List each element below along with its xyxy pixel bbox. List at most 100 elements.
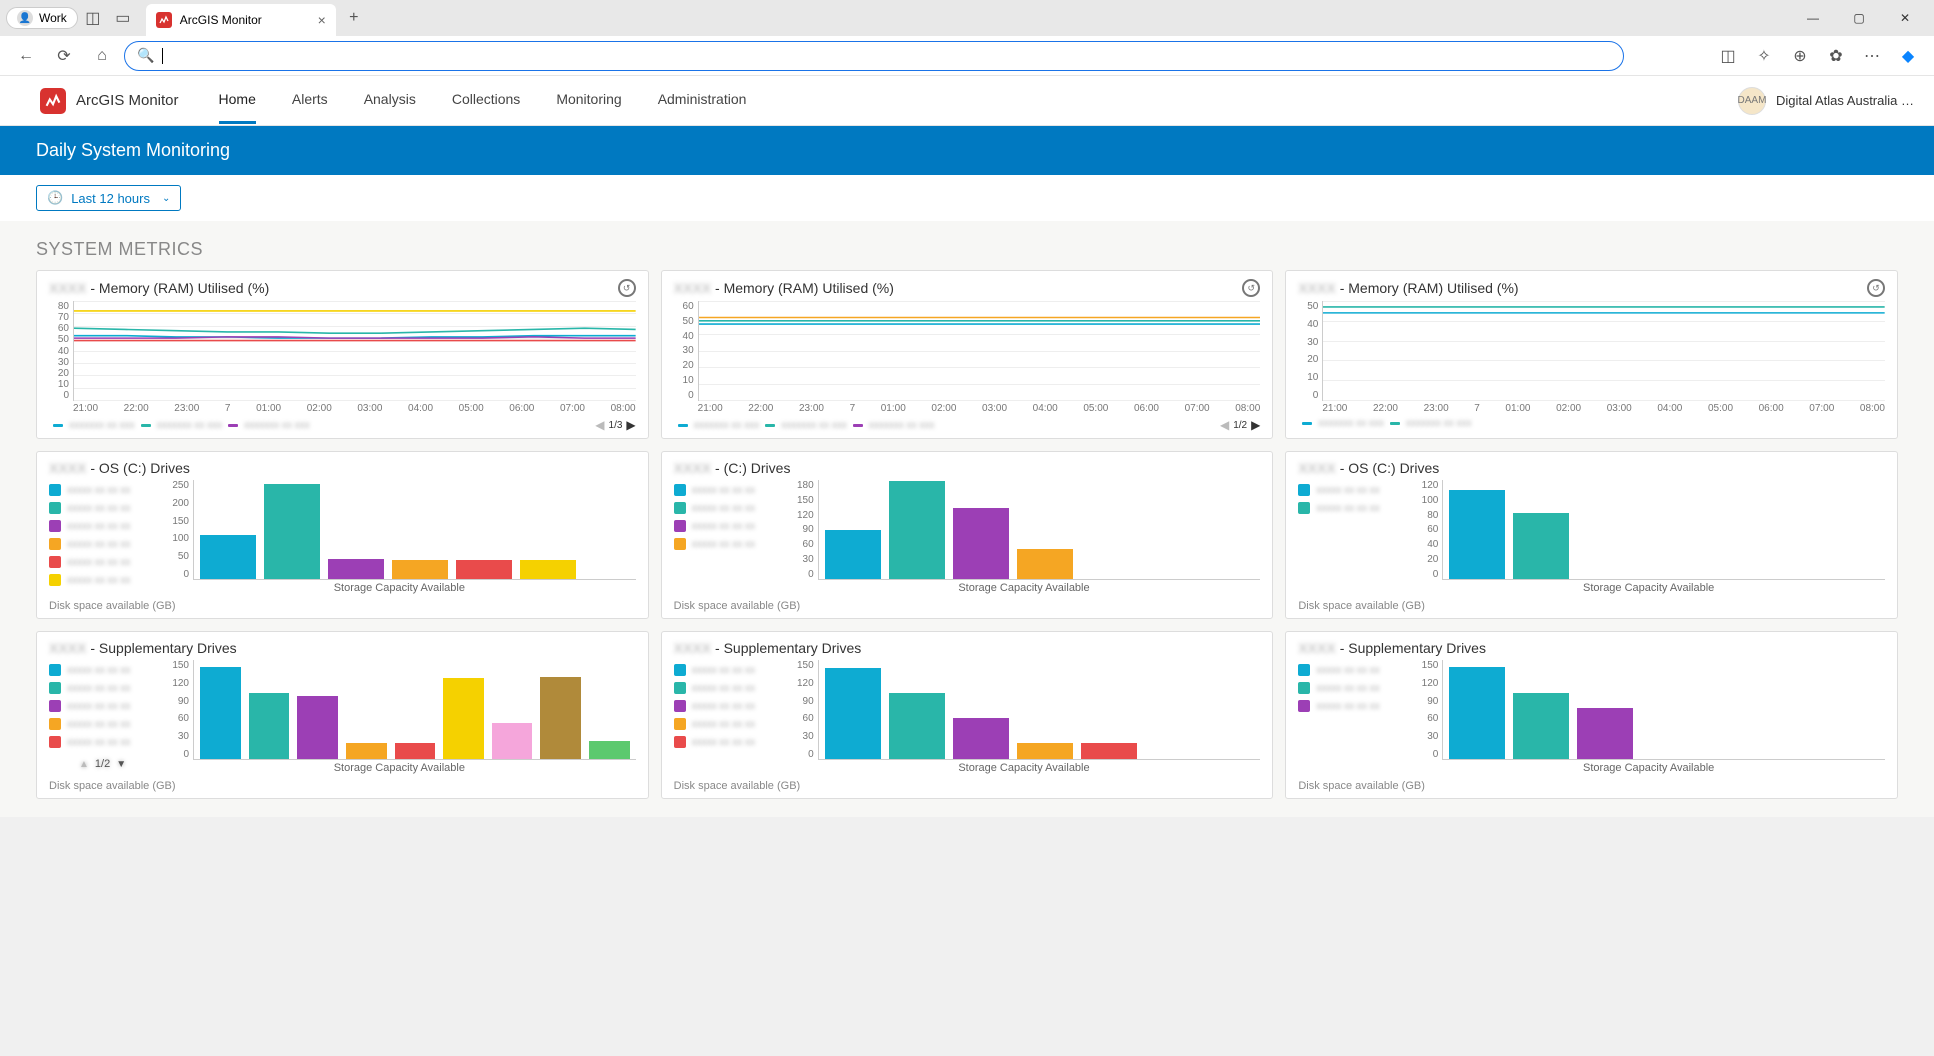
chart-x-label: Storage Capacity Available (1412, 582, 1885, 594)
chart-plot[interactable] (193, 480, 636, 580)
bar[interactable] (589, 741, 630, 759)
bar[interactable] (297, 696, 338, 759)
browser-tab[interactable]: ArcGIS Monitor × (146, 4, 336, 36)
bar[interactable] (520, 560, 576, 579)
bar-legend: xxxxx xx xx xxxxxxx xx xx xxxxxxx xx xx … (49, 480, 159, 594)
bar[interactable] (889, 693, 945, 759)
collections-icon[interactable]: ⊕ (1784, 40, 1816, 72)
chart-plot[interactable] (193, 660, 636, 760)
window-maximize-button[interactable]: ▢ (1836, 0, 1882, 36)
chart-plot[interactable] (818, 660, 1261, 760)
bar[interactable] (249, 693, 290, 759)
card-footer: Disk space available (GB) (674, 600, 1261, 612)
account-avatar[interactable]: DAAM (1738, 87, 1766, 115)
bar[interactable] (328, 559, 384, 579)
chart-x-label: Storage Capacity Available (163, 582, 636, 594)
pager-next-icon[interactable]: ▶ (1251, 418, 1260, 432)
bar[interactable] (492, 723, 533, 759)
tab-favicon-icon (156, 12, 172, 28)
filter-row: 🕒 Last 12 hours ⌄ (0, 175, 1934, 221)
tab-actions-icon[interactable]: ▭ (108, 3, 138, 33)
bar[interactable] (443, 678, 484, 759)
nav-refresh-button[interactable]: ⟳ (48, 40, 80, 72)
bar[interactable] (264, 484, 320, 579)
split-screen-icon[interactable]: ◫ (1712, 40, 1744, 72)
bar[interactable] (540, 677, 581, 760)
memory-chart-card: XXXX - Memory (RAM) Utilised (%) ↺ 60504… (661, 270, 1274, 439)
nav-tab-alerts[interactable]: Alerts (292, 77, 328, 124)
profile-pill[interactable]: 👤 Work (6, 7, 78, 29)
chart-legend: xxxxxxx xx xxxxxxxxxx xx xxx (1298, 418, 1885, 429)
banner-title: Daily System Monitoring (36, 140, 230, 160)
tab-close-icon[interactable]: × (318, 12, 326, 28)
pager-prev-icon[interactable]: ◀ (1220, 418, 1229, 432)
app-logo-icon (40, 88, 66, 114)
bar[interactable] (1449, 667, 1505, 759)
chart-plot[interactable] (818, 480, 1261, 580)
time-range-label: Last 12 hours (71, 191, 150, 206)
bar[interactable] (392, 560, 448, 579)
card-history-icon[interactable]: ↺ (1867, 279, 1885, 297)
section-title: SYSTEM METRICS (36, 239, 1898, 260)
bar[interactable] (953, 718, 1009, 759)
bar[interactable] (395, 743, 436, 759)
bar[interactable] (1449, 490, 1505, 579)
search-icon: 🔍 (137, 47, 154, 64)
bar[interactable] (889, 481, 945, 579)
nav-home-button[interactable]: ⌂ (86, 40, 118, 72)
bar[interactable] (1017, 549, 1073, 579)
copilot-icon[interactable]: ◆ (1892, 40, 1924, 72)
nav-back-button[interactable]: ← (10, 40, 42, 72)
bar[interactable] (1513, 513, 1569, 579)
disk-chart-card: XXXX - OS (C:) Drives xxxxx xx xx xxxxxx… (36, 451, 649, 619)
bar[interactable] (1017, 743, 1073, 759)
extensions-icon[interactable]: ✿ (1820, 40, 1852, 72)
card-footer: Disk space available (GB) (674, 780, 1261, 792)
chart-plot[interactable] (1442, 660, 1885, 760)
menu-icon[interactable]: ⋯ (1856, 40, 1888, 72)
nav-tab-home[interactable]: Home (219, 77, 256, 124)
bar[interactable] (200, 535, 256, 579)
disk-chart-card: XXXX - Supplementary Drives xxxxx xx xx … (1285, 631, 1898, 799)
legend-pager: ◀1/2▶ (1220, 418, 1260, 432)
pager-next-icon[interactable]: ▶ (626, 418, 635, 432)
chart-plot[interactable] (1322, 301, 1885, 401)
address-bar[interactable]: 🔍 (124, 41, 1624, 71)
chart-x-label: Storage Capacity Available (1412, 762, 1885, 774)
nav-tab-collections[interactable]: Collections (452, 77, 520, 124)
chart-plot[interactable] (1442, 480, 1885, 580)
bar[interactable] (456, 560, 512, 579)
bar[interactable] (825, 530, 881, 580)
chart-x-axis: 21:0022:0023:00701:0002:0003:0004:0005:0… (49, 403, 636, 414)
clock-icon: 🕒 (47, 190, 63, 206)
chart-y-axis: 250200150100500 (163, 480, 193, 580)
bar[interactable] (200, 667, 241, 759)
nav-tab-analysis[interactable]: Analysis (364, 77, 416, 124)
pager-prev-icon[interactable]: ▲ (79, 759, 89, 770)
window-minimize-button[interactable]: — (1790, 0, 1836, 36)
bar[interactable] (346, 743, 387, 759)
nav-tab-monitoring[interactable]: Monitoring (556, 77, 621, 124)
new-tab-button[interactable]: + (340, 4, 368, 32)
pager-next-icon[interactable]: ▼ (116, 759, 126, 770)
disk-chart-card: XXXX - OS (C:) Drives xxxxx xx xx xxxxxx… (1285, 451, 1898, 619)
workspaces-icon[interactable]: ◫ (78, 3, 108, 33)
chart-plot[interactable] (73, 301, 636, 401)
pager-prev-icon[interactable]: ◀ (595, 418, 604, 432)
app-title: ArcGIS Monitor (76, 92, 179, 109)
bar[interactable] (1577, 708, 1633, 759)
bar[interactable] (825, 668, 881, 759)
card-history-icon[interactable]: ↺ (618, 279, 636, 297)
favorites-icon[interactable]: ✧ (1748, 40, 1780, 72)
window-close-button[interactable]: ✕ (1882, 0, 1928, 36)
account-name[interactable]: Digital Atlas Australia … (1776, 93, 1914, 108)
address-bar-row: ← ⟳ ⌂ 🔍 ◫ ✧ ⊕ ✿ ⋯ ◆ (0, 36, 1934, 76)
nav-tab-administration[interactable]: Administration (658, 77, 747, 124)
bar[interactable] (1081, 743, 1137, 759)
bar[interactable] (953, 508, 1009, 580)
time-range-selector[interactable]: 🕒 Last 12 hours ⌄ (36, 185, 181, 211)
disk-chart-card: XXXX - Supplementary Drives xxxxx xx xx … (36, 631, 649, 799)
card-history-icon[interactable]: ↺ (1242, 279, 1260, 297)
bar[interactable] (1513, 693, 1569, 759)
chart-plot[interactable] (698, 301, 1261, 401)
